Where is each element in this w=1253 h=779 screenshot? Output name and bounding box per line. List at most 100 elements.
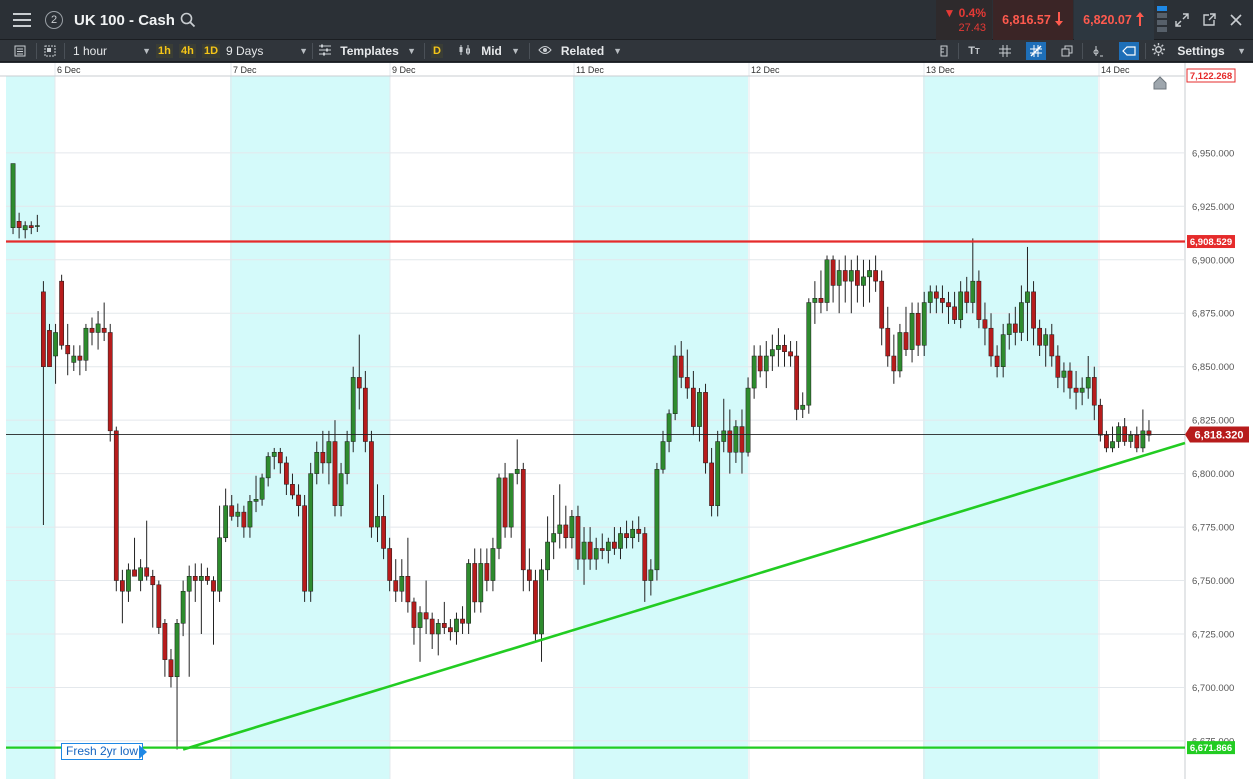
candle-down	[1012, 323, 1018, 333]
candle-down	[684, 377, 690, 389]
candle-down	[976, 280, 982, 320]
quick-1h-button[interactable]: 1h	[156, 40, 173, 62]
candle-down	[624, 533, 629, 539]
candle-down	[1055, 355, 1061, 378]
candle-down	[229, 505, 235, 517]
chevron-down-icon: ▼	[407, 46, 416, 56]
tag-tool-icon[interactable]	[1119, 42, 1139, 60]
candle-down	[1067, 370, 1073, 389]
candle-up	[417, 612, 423, 628]
candle-up	[1006, 323, 1012, 335]
y-tick-label: 6,925.000	[1192, 202, 1234, 213]
candle-up	[1085, 377, 1091, 389]
candle-icon	[458, 44, 472, 59]
candle-down	[302, 505, 307, 592]
candle-down	[782, 345, 787, 352]
close-icon[interactable]	[1227, 11, 1245, 29]
y-tick-label: 6,825.000	[1192, 416, 1234, 427]
search-icon[interactable]	[180, 0, 196, 40]
y-tick-label: 6,900.000	[1192, 255, 1234, 266]
sell-price-button[interactable]: 6,816.57	[993, 0, 1073, 40]
chart-area[interactable]: 6 Dec 7 Dec 9 Dec 11 Dec 12 Dec 13 Dec 14 Dec 6…	[0, 63, 1253, 779]
annotation-pointer	[139, 745, 147, 759]
candle-down	[612, 541, 617, 549]
watchlist-icon[interactable]	[10, 42, 30, 60]
price-type-select[interactable]: Mid ▼	[458, 40, 520, 62]
candle-up	[769, 349, 775, 357]
candle-down	[168, 659, 174, 678]
gear-icon	[1152, 43, 1165, 59]
range-select[interactable]: 9 Days ▼	[226, 40, 308, 62]
grid-icon[interactable]	[995, 42, 1015, 60]
candle-up	[1110, 441, 1115, 449]
candle-up	[496, 477, 502, 549]
candle-up	[745, 387, 751, 453]
trading-window: 2 UK 100 - Cash ▼ 0.4% 27.43 6,816.57 6,…	[0, 0, 1253, 779]
quick-1h-label: 1h	[156, 44, 173, 58]
candle-up	[958, 291, 964, 320]
y-tick-label: 6,725.000	[1192, 630, 1234, 641]
candle-down	[460, 618, 465, 624]
candle-down	[441, 623, 447, 628]
candle-down	[636, 528, 642, 534]
sliders-icon	[318, 44, 332, 59]
home-icon[interactable]	[1152, 75, 1168, 91]
candle-down	[205, 576, 210, 581]
candle-down	[356, 377, 362, 389]
candle-down	[1097, 404, 1103, 436]
layout-icon[interactable]	[40, 42, 60, 60]
layers-icon[interactable]	[1057, 42, 1077, 60]
candle-down	[879, 280, 885, 329]
candle-up	[466, 563, 471, 624]
quick-1d-button[interactable]: 1D	[202, 40, 221, 62]
candle-up	[247, 501, 253, 528]
y-tick-label: 6,875.000	[1192, 309, 1234, 320]
buy-price-button[interactable]: 6,820.07	[1074, 0, 1154, 40]
y-tick-label: 6,750.000	[1192, 576, 1234, 587]
candle-up	[921, 302, 927, 346]
menu-icon[interactable]	[9, 0, 35, 40]
candle-down	[526, 569, 532, 581]
day-band	[573, 63, 748, 779]
interval-value: 1 hour	[73, 44, 108, 58]
popout-icon[interactable]	[1200, 11, 1218, 29]
candle-down	[642, 533, 648, 581]
date-label: 12 Dec	[751, 65, 780, 75]
candle-up	[824, 259, 830, 303]
window-number-badge[interactable]: 2	[45, 11, 63, 29]
date-label: 9 Dec	[392, 65, 416, 75]
current-price-label: 6,818.320	[1195, 429, 1244, 441]
candle-down	[520, 469, 526, 571]
settings-menu[interactable]: Settings ▼	[1152, 40, 1246, 62]
price-chart[interactable]: 6 Dec 7 Dec 9 Dec 11 Dec 12 Dec 13 Dec 14 Dec 6…	[0, 63, 1253, 779]
instrument-title[interactable]: UK 100 - Cash	[74, 0, 175, 40]
interval-select[interactable]: 1 hour ▼	[73, 40, 151, 62]
sell-price: 6,816.57	[1002, 13, 1051, 27]
candle-up	[34, 225, 40, 227]
quick-4h-button[interactable]: 4h	[179, 40, 196, 62]
depth-bar-icon[interactable]	[1157, 6, 1167, 36]
candle-down	[47, 330, 52, 367]
candle-up	[271, 451, 277, 457]
related-menu[interactable]: Related ▼	[538, 40, 622, 62]
candle-down	[757, 355, 763, 372]
fresh-2yr-low-label[interactable]: Fresh 2yr low	[61, 743, 144, 760]
candle-up	[1061, 370, 1067, 378]
candle-down	[1104, 434, 1109, 449]
ruler-icon[interactable]	[934, 42, 954, 60]
buy-price: 6,820.07	[1083, 13, 1132, 27]
crosshair-tool-icon[interactable]	[1026, 42, 1046, 60]
templates-menu[interactable]: Templates ▼	[318, 40, 416, 62]
text-tool-icon[interactable]: TT	[964, 42, 984, 60]
candle-down	[575, 516, 581, 560]
d-badge[interactable]: D	[431, 40, 443, 62]
marker-icon[interactable]	[1088, 42, 1108, 60]
y-tick-label: 6,700.000	[1192, 683, 1234, 694]
candle-up	[861, 276, 866, 286]
candle-down	[933, 291, 939, 299]
y-tick-label: 6,950.000	[1192, 148, 1234, 159]
candle-down	[192, 576, 198, 581]
candle-down	[120, 580, 125, 592]
expand-icon[interactable]	[1173, 11, 1191, 29]
candle-up	[375, 516, 380, 528]
